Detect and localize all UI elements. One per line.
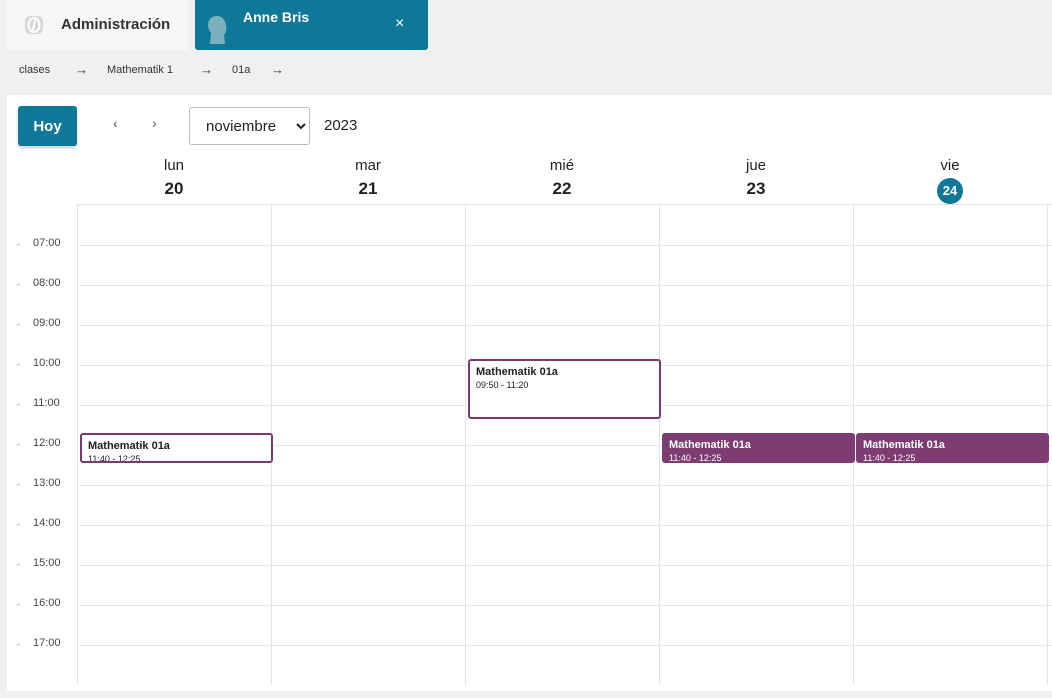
day-name: vie xyxy=(940,157,960,174)
time-label: 16:00 xyxy=(33,597,61,609)
year-label: 2023 xyxy=(324,117,358,134)
day-number: 23 xyxy=(746,179,766,198)
time-label: 12:00 xyxy=(33,437,61,449)
breadcrumb-item-course[interactable]: Mathematik 1 xyxy=(107,64,173,76)
time-label: 14:00 xyxy=(33,517,61,529)
time-tick xyxy=(17,244,20,245)
tab-user[interactable]: Anne Bris × xyxy=(195,0,428,50)
close-icon[interactable]: × xyxy=(395,15,404,33)
time-label: 13:00 xyxy=(33,477,61,489)
grid-row-line xyxy=(77,525,1052,526)
event-title: Mathematik 01a xyxy=(863,439,945,451)
month-select[interactable]: noviembre xyxy=(189,107,310,145)
breadcrumb-arrow-icon: → xyxy=(75,62,88,77)
time-label: 11:00 xyxy=(33,397,60,409)
app-logo-icon xyxy=(25,16,43,34)
event-time: 09:50 - 11:20 xyxy=(476,380,529,390)
day-name: jue xyxy=(745,157,767,174)
day-number: 22 xyxy=(552,179,572,198)
grid-row-line xyxy=(77,565,1052,566)
event-time: 11:40 - 12:25 xyxy=(88,454,141,463)
tab-user-name: Anne Bris xyxy=(243,9,310,25)
grid-row-line xyxy=(77,285,1052,286)
time-tick xyxy=(17,524,20,525)
time-tick xyxy=(17,284,20,285)
today-badge: 24 xyxy=(937,178,963,204)
breadcrumb-arrow-icon: → xyxy=(200,62,213,77)
tab-bar: Administración Anne Bris × xyxy=(0,0,1052,50)
day-number: 20 xyxy=(164,179,184,198)
grid-row-line xyxy=(77,325,1052,326)
calendar-event[interactable]: Mathematik 01a 11:40 - 12:25 xyxy=(80,433,273,463)
tab-administration[interactable]: Administración xyxy=(6,0,188,50)
time-label: 08:00 xyxy=(33,277,61,289)
calendar-event[interactable]: Mathematik 01a 11:40 - 12:25 xyxy=(662,433,855,463)
today-button[interactable]: Hoy xyxy=(18,106,77,146)
event-title: Mathematik 01a xyxy=(476,366,558,378)
breadcrumb-item-class[interactable]: 01a xyxy=(232,64,250,76)
day-header-fri: vie 24 xyxy=(853,157,1047,205)
day-name: mié xyxy=(549,157,575,174)
event-time: 11:40 - 12:25 xyxy=(669,453,722,463)
time-tick xyxy=(17,444,20,445)
calendar-event[interactable]: Mathematik 01a 11:40 - 12:25 xyxy=(856,433,1049,463)
event-title: Mathematik 01a xyxy=(669,439,751,451)
calendar-event[interactable]: Mathematik 01a 09:50 - 11:20 xyxy=(468,359,661,419)
day-name: lun xyxy=(163,157,185,174)
grid-row-line xyxy=(77,245,1052,246)
grid-row-line xyxy=(77,645,1052,646)
time-tick xyxy=(17,364,20,365)
tab-administration-label: Administración xyxy=(61,16,171,33)
breadcrumb-item-clases[interactable]: clases xyxy=(19,64,50,76)
time-tick xyxy=(17,404,20,405)
time-tick xyxy=(17,564,20,565)
chevron-right-icon[interactable]: › xyxy=(152,115,157,131)
breadcrumb-arrow-icon: → xyxy=(271,62,284,77)
day-name: mar xyxy=(355,157,381,174)
day-header-tue: mar 21 xyxy=(271,157,465,205)
time-label: 07:00 xyxy=(33,237,61,249)
day-number: 21 xyxy=(358,179,378,198)
time-tick xyxy=(17,484,20,485)
time-tick xyxy=(17,324,20,325)
day-header-thu: jue 23 xyxy=(659,157,853,205)
day-header-wed: mié 22 xyxy=(465,157,659,205)
grid-row-line xyxy=(77,605,1052,606)
day-header-mon: lun 20 xyxy=(77,157,271,205)
time-tick xyxy=(17,604,20,605)
time-label: 15:00 xyxy=(33,557,61,569)
week-grid[interactable]: Mathematik 01a 11:40 - 12:25 Mathematik … xyxy=(77,204,1052,685)
event-time: 11:40 - 12:25 xyxy=(863,453,916,463)
event-title: Mathematik 01a xyxy=(88,440,170,452)
chevron-left-icon[interactable]: ‹ xyxy=(113,115,118,131)
time-label: 10:00 xyxy=(33,357,61,369)
grid-row-line xyxy=(77,485,1052,486)
time-tick xyxy=(17,644,20,645)
time-label: 17:00 xyxy=(33,637,61,649)
calendar-toolbar: Hoy ‹ › noviembre 2023 xyxy=(7,95,1052,155)
user-avatar-icon xyxy=(208,16,227,44)
calendar-panel: Hoy ‹ › noviembre 2023 lun 20 mar 21 mié… xyxy=(7,95,1052,691)
time-label: 09:00 xyxy=(33,317,61,329)
